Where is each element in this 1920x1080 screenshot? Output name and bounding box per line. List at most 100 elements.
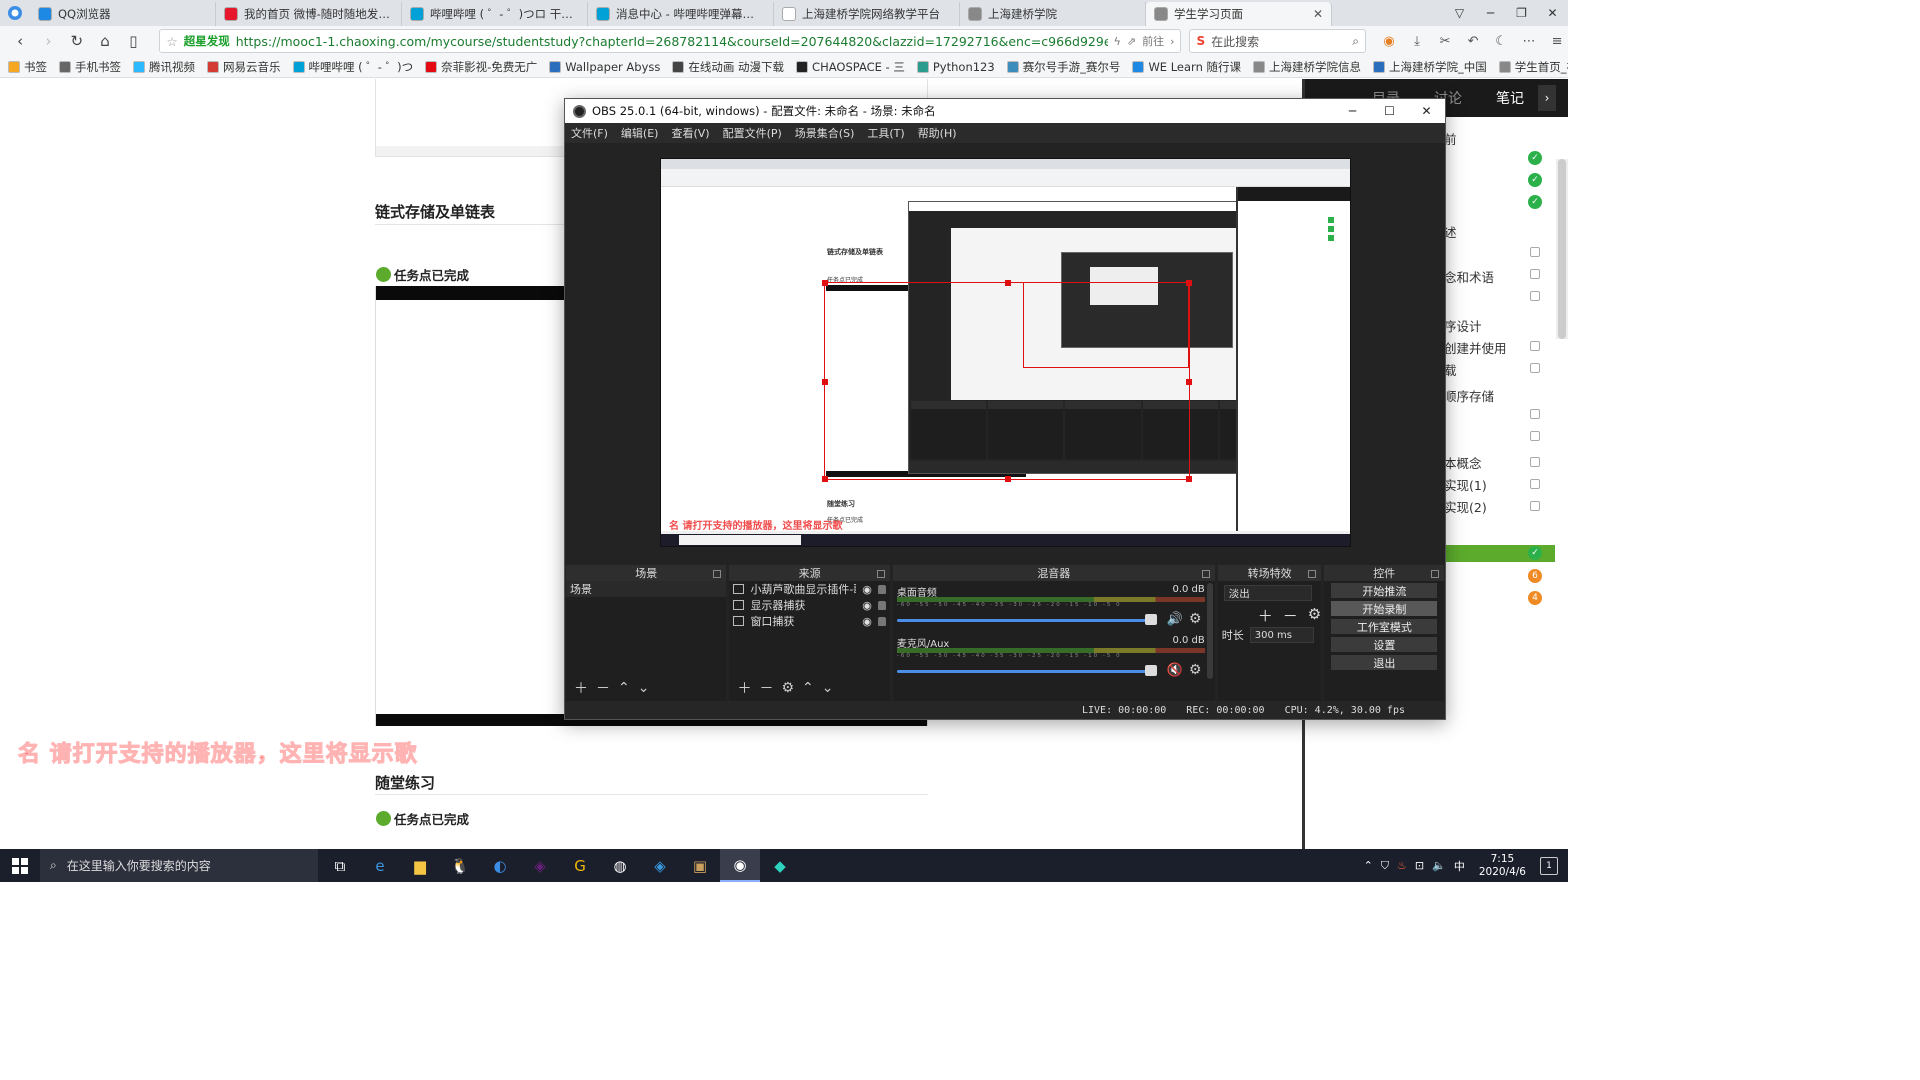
home-icon[interactable]: ⌂ [93, 28, 117, 54]
lightning-icon[interactable]: ϟ [1114, 35, 1121, 48]
add-icon[interactable]: ＋ [1258, 605, 1273, 626]
app-bird-icon[interactable]: ◆ [760, 849, 800, 882]
lock-icon[interactable] [877, 600, 886, 610]
app-camera-icon[interactable]: ▣ [680, 849, 720, 882]
url-bar[interactable]: ☆ 超星发现 https://mooc1-1.chaoxing.com/myco… [159, 29, 1182, 53]
bookmark-item[interactable]: 网易云音乐 [207, 59, 281, 75]
obs-taskbar-icon[interactable]: ◉ [720, 849, 760, 882]
bookmark-item[interactable]: 手机书签 [59, 59, 121, 75]
speaker-muted-icon[interactable]: 🔇 [1167, 663, 1183, 678]
obs-preview[interactable]: 链式存储及单链表 任务点已完成 随堂练习 任务点已完成 名 请打开支持的播放器，… [660, 158, 1351, 547]
search-input[interactable]: S 在此搜索 ⌕ [1189, 29, 1367, 53]
outline-item[interactable]: 创建并使用 [1444, 338, 1507, 357]
outline-item[interactable]: 念和术语 [1444, 267, 1494, 286]
move-down-icon[interactable]: ⌄ [822, 680, 834, 696]
move-up-icon[interactable]: ⌃ [802, 680, 814, 696]
bookmark-item[interactable]: 哔哩哔哩 ( ゜- ゜)つ [292, 59, 413, 75]
visibility-eye-icon[interactable]: ◉ [862, 583, 872, 596]
go-button[interactable]: 前往 [1142, 33, 1164, 49]
url-text[interactable]: https://mooc1-1.chaoxing.com/mycourse/st… [236, 34, 1108, 49]
bookmark-item[interactable]: 奈菲影视-免费无广 [425, 59, 537, 75]
outline-item[interactable]: 顺序存储 [1444, 386, 1494, 405]
bookmark-item[interactable]: 赛尔号手游_赛尔号 [1006, 59, 1120, 75]
volume-slider[interactable] [896, 670, 1155, 673]
qq-browser-icon[interactable]: ◐ [480, 849, 520, 882]
source-item[interactable]: 显示器捕获 ◉ [729, 597, 889, 613]
bookmark-star-icon[interactable]: ☆ [166, 34, 177, 49]
obs-menu-item[interactable]: 帮助(H) [918, 125, 957, 141]
exit-button[interactable]: 退出 [1331, 655, 1438, 670]
bookmark-item[interactable]: 书签 [8, 59, 47, 75]
bookmark-item[interactable]: 在线动画 动漫下载 [672, 59, 784, 75]
obs-menu-item[interactable]: 编辑(E) [621, 125, 659, 141]
browser-tab[interactable]: 上海建桥学院网络教学平台 [774, 2, 960, 26]
volume-slider-handle[interactable] [1144, 614, 1157, 625]
browser-menu-icon[interactable]: ▽ [1444, 0, 1475, 26]
bookmark-item[interactable]: Python123 [916, 60, 995, 74]
undo-icon[interactable]: ↶ [1462, 30, 1484, 52]
close-icon[interactable]: ✕ [1408, 99, 1445, 123]
visibility-eye-icon[interactable]: ◉ [862, 599, 872, 612]
volume-slider-handle[interactable] [1144, 665, 1157, 676]
back-icon[interactable]: ‹ [8, 28, 32, 54]
shield-icon[interactable]: ⛉ [1381, 859, 1389, 873]
edge-icon[interactable]: e [360, 849, 400, 882]
speaker-icon[interactable]: 🔊 [1167, 612, 1183, 627]
scene-item[interactable]: 场景 [566, 581, 727, 597]
gear-icon[interactable]: ⚙ [781, 680, 794, 696]
notification-icon[interactable]: 1 [1540, 856, 1558, 875]
clock[interactable]: 7:15 2020/4/6 [1479, 853, 1526, 879]
browser-tab[interactable]: 哔哩哔哩 ( ゜- ゜)つロ 干杯~-bili [402, 2, 588, 26]
network-icon[interactable]: ⊡ [1415, 859, 1424, 872]
outline-item[interactable]: 实现(2) [1444, 497, 1487, 516]
file-explorer-icon[interactable]: ▆ [400, 849, 440, 882]
sogou-icon[interactable]: S [1196, 34, 1205, 48]
tray-expand-icon[interactable]: ⌃ [1364, 859, 1373, 872]
duration-input[interactable]: 300 ms [1249, 627, 1314, 643]
bookmark-item[interactable]: WE Learn 随行课 [1132, 59, 1241, 75]
obs-menu-item[interactable]: 文件(F) [571, 125, 608, 141]
bookmark-item[interactable]: 腾讯视频 [133, 59, 195, 75]
outline-item[interactable]: 序设计 [1444, 316, 1482, 335]
visibility-eye-icon[interactable]: ◉ [862, 615, 872, 628]
ime-indicator[interactable]: 中 [1454, 858, 1465, 874]
obs-title-bar[interactable]: OBS 25.0.1 (64-bit, windows) - 配置文件: 未命名… [565, 99, 1445, 123]
more-icon[interactable]: ⋯ [1518, 30, 1540, 52]
move-up-icon[interactable]: ⌃ [618, 680, 630, 696]
minimize-icon[interactable]: ─ [1334, 99, 1371, 123]
start-streaming-button[interactable]: 开始推流 [1331, 583, 1438, 598]
move-down-icon[interactable]: ⌄ [638, 680, 650, 696]
obs-menu-item[interactable]: 场景集合(S) [795, 125, 855, 141]
transition-select[interactable]: 淡出 [1223, 585, 1312, 601]
mixer-scrollbar[interactable] [1206, 583, 1213, 679]
outline-scrollbar[interactable] [1556, 159, 1568, 339]
game-icon[interactable]: ◉ [1378, 30, 1400, 52]
volume-icon[interactable]: 🔈 [1432, 859, 1446, 872]
obs-menu-item[interactable]: 工具(T) [867, 125, 904, 141]
gear-icon[interactable]: ⚙ [1308, 605, 1321, 626]
scissors-icon[interactable]: ✂ [1434, 30, 1456, 52]
search-icon[interactable]: ⌕ [1352, 34, 1359, 49]
visual-studio-icon[interactable]: ◈ [520, 849, 560, 882]
lock-icon[interactable] [877, 584, 886, 594]
lock-icon[interactable] [877, 616, 886, 626]
bookmark-item[interactable]: 上海建桥学院信息 [1253, 59, 1361, 75]
qq-icon[interactable]: 🐧 [440, 849, 480, 882]
forward-icon[interactable]: › [36, 28, 60, 54]
obs-menu-item[interactable]: 配置文件(P) [723, 125, 782, 141]
restore-icon[interactable]: ❐ [1506, 0, 1537, 26]
start-button[interactable] [0, 849, 40, 882]
browser-tab[interactable]: 消息中心 - 哔哩哔哩弹幕视频网 [588, 2, 774, 26]
volume-slider[interactable] [896, 619, 1155, 622]
gear-icon[interactable]: ⚙ [1189, 611, 1202, 627]
app-g-icon[interactable]: G [560, 849, 600, 882]
source-item[interactable]: 窗口捕获 ◉ [729, 613, 889, 629]
source-item[interactable]: 小葫芦歌曲显示插件-歌 ◉ [729, 581, 889, 597]
chevron-right-icon[interactable]: › [1538, 85, 1556, 111]
settings-button[interactable]: 设置 [1331, 637, 1438, 652]
browser-tab[interactable]: 学生学习页面 ✕ [1146, 2, 1332, 26]
visual-studio-2-icon[interactable]: ◈ [640, 849, 680, 882]
share-icon[interactable]: ⇗ [1127, 35, 1136, 48]
menu-icon[interactable]: ≡ [1546, 30, 1568, 52]
browser-tab[interactable]: QQ浏览器 [30, 2, 216, 26]
